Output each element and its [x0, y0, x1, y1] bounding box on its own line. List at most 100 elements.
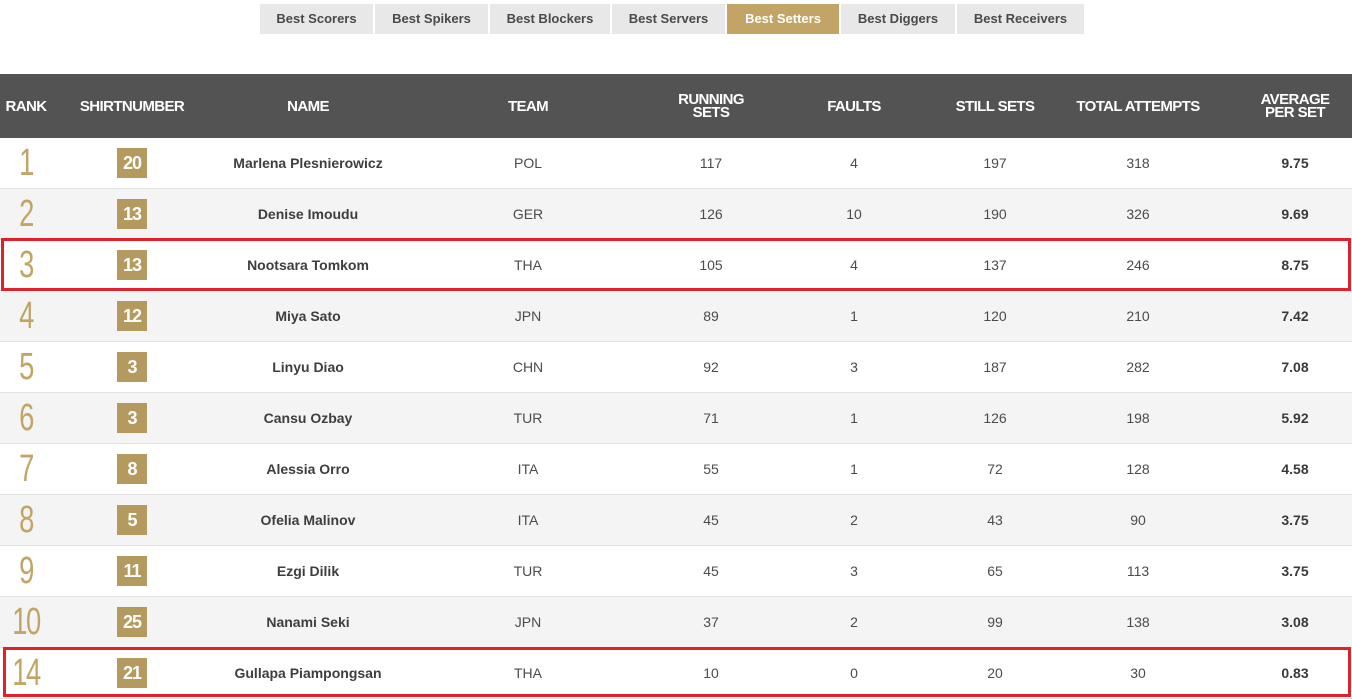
- tab-best-spikers[interactable]: Best Spikers: [375, 4, 488, 34]
- still-sets-value: 197: [983, 155, 1007, 171]
- faults-value: 1: [850, 308, 858, 324]
- total-attempts-value: 210: [1126, 308, 1150, 324]
- total-attempts-value: 90: [1130, 512, 1146, 528]
- team-code: ITA: [517, 461, 539, 477]
- shirt-number-cell: 8: [92, 444, 172, 494]
- col-shirtnumber: SHIRTNUMBER: [79, 97, 185, 115]
- rank-number: 5: [19, 345, 34, 388]
- total-attempts-value: 30: [1130, 665, 1146, 681]
- average-value: 7.42: [1281, 308, 1309, 324]
- running-sets-value: 105: [699, 257, 723, 273]
- team-code: THA: [514, 665, 542, 681]
- tab-best-servers[interactable]: Best Servers: [612, 4, 725, 34]
- rank-number: 2: [19, 192, 34, 235]
- tab-best-blockers[interactable]: Best Blockers: [490, 4, 610, 34]
- player-name: Linyu Diao: [272, 359, 344, 375]
- faults-value: 0: [850, 665, 858, 681]
- faults-value: 4: [850, 257, 858, 273]
- tab-best-setters[interactable]: Best Setters: [727, 4, 839, 34]
- table-row: 9 11 Ezgi Dilik TUR 45 3 65 113 3.75: [0, 546, 1352, 597]
- still-sets-value: 43: [987, 512, 1003, 528]
- total-attempts-value: 113: [1126, 563, 1150, 579]
- running-sets-value: 37: [703, 614, 719, 630]
- col-total-attempts: TOTAL ATTEMPTS: [1076, 97, 1200, 115]
- table-row: 2 13 Denise Imoudu GER 126 10 190 326 9.69: [0, 189, 1352, 240]
- team-code: GER: [512, 206, 544, 222]
- total-attempts-value: 138: [1126, 614, 1150, 630]
- still-sets-value: 137: [983, 257, 1007, 273]
- average-value: 3.08: [1281, 614, 1309, 630]
- table-row: 1 20 Marlena Plesnierowicz POL 117 4 197 318 9.7…: [0, 138, 1352, 189]
- total-attempts-value: 198: [1126, 410, 1150, 426]
- shirt-number-badge: 13: [117, 250, 147, 280]
- table-row: 14 21 Gullapa Piampongsan THA 10 0 20 30 0.83: [0, 648, 1352, 699]
- running-sets-value: 55: [703, 461, 719, 477]
- still-sets-value: 65: [987, 563, 1003, 579]
- shirt-number-badge: 8: [117, 454, 147, 484]
- player-name: Ofelia Malinov: [260, 512, 356, 528]
- col-still-sets: STILL SETS: [955, 97, 1035, 115]
- still-sets-value: 20: [987, 665, 1003, 681]
- rank-number: 1: [19, 141, 34, 184]
- col-faults: FAULTS: [827, 97, 881, 115]
- table-row: 4 12 Miya Sato JPN 89 1 120 210 7.42: [0, 291, 1352, 342]
- shirt-number-cell: 12: [92, 291, 172, 341]
- running-sets-value: 71: [703, 410, 719, 426]
- total-attempts-value: 282: [1126, 359, 1150, 375]
- shirt-number-badge: 20: [117, 148, 147, 178]
- table-body: 1 20 Marlena Plesnierowicz POL 117 4 197 318 9.7…: [0, 138, 1352, 699]
- table-row: 8 5 Ofelia Malinov ITA 45 2 43 90 3.75: [0, 495, 1352, 546]
- team-code: JPN: [514, 308, 542, 324]
- col-team: TEAM: [507, 97, 549, 115]
- running-sets-value: 92: [703, 359, 719, 375]
- average-value: 9.75: [1281, 155, 1309, 171]
- tab-best-scorers[interactable]: Best Scorers: [260, 4, 373, 34]
- average-value: 5.92: [1281, 410, 1309, 426]
- table-row: 3 13 Nootsara Tomkom THA 105 4 137 246 8.75: [0, 240, 1352, 291]
- team-code: CHN: [512, 359, 544, 375]
- still-sets-value: 120: [983, 308, 1007, 324]
- shirt-number-cell: 13: [92, 189, 172, 239]
- still-sets-value: 187: [983, 359, 1007, 375]
- running-sets-value: 10: [703, 665, 719, 681]
- player-name: Marlena Plesnierowicz: [233, 155, 383, 171]
- average-value: 4.58: [1281, 461, 1309, 477]
- rank-number: 8: [19, 498, 34, 541]
- table-row: 7 8 Alessia Orro ITA 55 1 72 128 4.58: [0, 444, 1352, 495]
- tab-best-diggers[interactable]: Best Diggers: [841, 4, 955, 34]
- rank-number: 6: [19, 396, 34, 439]
- running-sets-value: 117: [699, 155, 723, 171]
- shirt-number-badge: 13: [117, 199, 147, 229]
- average-value: 3.75: [1281, 563, 1309, 579]
- team-code: POL: [513, 155, 542, 171]
- still-sets-value: 190: [983, 206, 1007, 222]
- shirt-number-cell: 3: [92, 342, 172, 392]
- player-name: Gullapa Piampongsan: [234, 665, 382, 681]
- col-name: NAME: [287, 97, 329, 115]
- rank-number: 9: [19, 549, 34, 592]
- still-sets-value: 72: [987, 461, 1003, 477]
- tab-best-receivers[interactable]: Best Receivers: [957, 4, 1084, 34]
- average-value: 8.75: [1281, 257, 1309, 273]
- team-code: TUR: [513, 410, 543, 426]
- rank-number: 14: [12, 651, 41, 694]
- running-sets-value: 126: [699, 206, 723, 222]
- col-average-per-set: AVERAGE PER SET: [1260, 91, 1330, 121]
- faults-value: 2: [850, 614, 858, 630]
- total-attempts-value: 318: [1126, 155, 1150, 171]
- shirt-number-badge: 21: [117, 658, 147, 688]
- player-name: Nanami Seki: [266, 614, 350, 630]
- player-name: Nootsara Tomkom: [247, 257, 369, 273]
- average-value: 7.08: [1281, 359, 1309, 375]
- faults-value: 1: [850, 461, 858, 477]
- faults-value: 1: [850, 410, 858, 426]
- shirt-number-cell: 11: [92, 546, 172, 596]
- player-name: Cansu Ozbay: [263, 410, 353, 426]
- shirt-number-cell: 21: [92, 648, 172, 698]
- running-sets-value: 45: [703, 512, 719, 528]
- still-sets-value: 126: [983, 410, 1007, 426]
- running-sets-value: 89: [703, 308, 719, 324]
- stats-tabs: Best Scorers Best Spikers Best Blockers …: [260, 4, 1086, 34]
- rank-number: 10: [12, 600, 41, 643]
- total-attempts-value: 246: [1126, 257, 1150, 273]
